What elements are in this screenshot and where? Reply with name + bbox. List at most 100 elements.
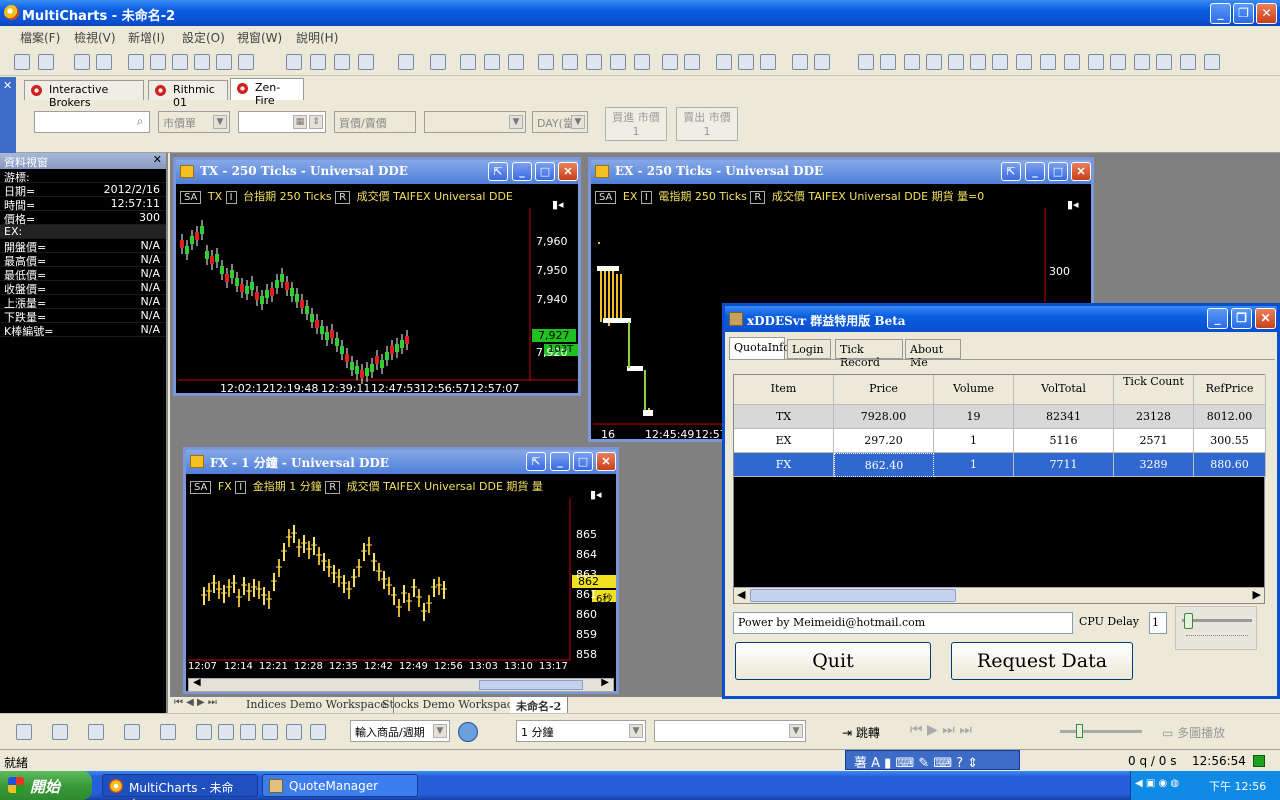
multi-play-button[interactable]: ▭ 多圖播放 <box>1162 724 1225 741</box>
close-button[interactable]: ✕ <box>1255 308 1276 329</box>
maximize-button[interactable]: □ <box>535 162 555 181</box>
portfolio-icon[interactable] <box>430 54 446 70</box>
tab-interactive-brokers[interactable]: Interactive Brokers <box>24 80 144 109</box>
tab-untitled-2[interactable]: 未命名-2 <box>510 697 569 713</box>
hourglass-icon[interactable] <box>904 54 920 70</box>
detach-button[interactable]: ⇱ <box>526 452 546 471</box>
magnet-icon[interactable] <box>1180 54 1196 70</box>
minimize-button[interactable]: _ <box>1210 3 1231 24</box>
col-header[interactable]: VolTotal <box>1014 375 1114 405</box>
range-icon[interactable] <box>634 54 650 70</box>
jump-button[interactable]: ⇥ 跳轉 <box>842 724 880 741</box>
collapse-icon[interactable]: ▮◂ <box>552 198 564 211</box>
col-header[interactable]: Volume <box>934 375 1014 405</box>
sa-button[interactable]: SA <box>595 191 617 204</box>
doc-icon[interactable] <box>128 54 144 70</box>
candle-chart-icon[interactable] <box>484 54 500 70</box>
i-button[interactable]: I <box>225 191 237 204</box>
doc4-icon[interactable] <box>194 54 210 70</box>
close-button[interactable]: ✕ <box>596 452 616 471</box>
taskbar-item-quotemanager[interactable]: QuoteManager <box>262 774 418 797</box>
up-arrow-icon[interactable] <box>948 54 964 70</box>
cursor-arrow-icon[interactable] <box>662 54 678 70</box>
sell-market-button[interactable]: 賣出 市價 1 <box>676 107 738 141</box>
calendar5-icon[interactable] <box>310 724 326 740</box>
calendar3-icon[interactable] <box>262 724 278 740</box>
comment-icon[interactable] <box>716 54 732 70</box>
account-select[interactable]: ▼ <box>424 111 526 133</box>
tab-tick-record[interactable]: Tick Record <box>835 339 903 369</box>
minimize-button[interactable]: _ <box>1025 162 1045 181</box>
menu-insert[interactable]: 新增(I) <box>128 29 165 46</box>
taskbar-item-multicharts[interactable]: MultiCharts - 未命名-2 <box>102 774 258 800</box>
i-button[interactable]: I <box>235 481 247 494</box>
restore-button[interactable]: ❐ <box>1233 3 1254 24</box>
col-header[interactable]: Item <box>734 375 834 405</box>
scroll-left-icon[interactable]: ◀ <box>737 588 745 601</box>
r-button[interactable]: R <box>335 191 351 204</box>
interval-select[interactable]: 1 分鐘 ▼ <box>516 720 646 742</box>
compass-icon[interactable] <box>458 722 478 742</box>
layout-icon[interactable] <box>792 54 808 70</box>
fib-icon[interactable] <box>1040 54 1056 70</box>
range-chart-icon[interactable] <box>88 724 104 740</box>
scanner-icon[interactable] <box>398 54 414 70</box>
fx-horizontal-scrollbar[interactable]: ◀ ▶ <box>188 677 614 692</box>
order-type-select[interactable]: 市價單 ▼ <box>158 111 230 133</box>
tray-icons[interactable]: ◀ ▣ ◉ ◍ <box>1135 778 1179 789</box>
close-icon[interactable]: ✕ <box>153 153 162 166</box>
menu-window[interactable]: 視窗(W) <box>237 29 282 46</box>
tab-indices-demo[interactable]: Indices Demo Workspace <box>240 697 394 713</box>
r-button[interactable]: R <box>325 481 341 494</box>
start-button[interactable]: 開始 <box>0 771 92 800</box>
scroll-left-icon[interactable] <box>858 54 874 70</box>
drawing-icon[interactable] <box>358 54 374 70</box>
ime-icons[interactable]: 薯 A ▮ ⌨ ✎ ⌨ ? ⇕ <box>854 752 978 771</box>
scroll-right-icon[interactable] <box>880 54 896 70</box>
calendar4-icon[interactable] <box>286 724 302 740</box>
tab-stocks-demo[interactable]: Stocks Demo Workspace <box>376 697 527 713</box>
date-select[interactable]: ▼ <box>654 720 806 742</box>
renko-icon[interactable] <box>610 54 626 70</box>
col-header[interactable]: RefPrice <box>1194 375 1266 405</box>
picture-icon[interactable] <box>814 54 830 70</box>
bar-chart-icon[interactable] <box>460 54 476 70</box>
minimize-button[interactable]: _ <box>512 162 532 181</box>
playback-speed-slider[interactable] <box>1060 724 1142 738</box>
maximize-button[interactable]: □ <box>1048 162 1068 181</box>
eraser-icon[interactable] <box>1204 54 1220 70</box>
fx-chart-window[interactable]: FX - 1 分鐘 - Universal DDE ⇱ _ □ ✕ SA FX … <box>183 447 619 694</box>
collapse-icon[interactable]: ▮◂ <box>590 488 602 501</box>
doc6-icon[interactable] <box>238 54 254 70</box>
refresh-icon[interactable] <box>1134 54 1150 70</box>
left-arrow-icon[interactable] <box>992 54 1008 70</box>
minute-chart-icon[interactable] <box>52 724 68 740</box>
tx-chart-window[interactable]: TX - 250 Ticks - Universal DDE ⇱ _ □ ✕ S… <box>173 157 581 396</box>
price-mode-select[interactable]: 買價/賣價 <box>334 111 416 133</box>
sa-button[interactable]: SA <box>190 481 212 494</box>
new-chart-icon[interactable] <box>14 54 30 70</box>
doc3-icon[interactable] <box>172 54 188 70</box>
tab-rithmic[interactable]: Rithmic 01 <box>148 80 228 109</box>
symbol-interval-select[interactable]: 輸入商品/週期 ▼ <box>350 720 450 742</box>
maximize-button[interactable]: □ <box>573 452 593 471</box>
minimize-button[interactable]: _ <box>550 452 570 471</box>
grid-row-selected[interactable]: FX 862.40 1 7711 3289 880.60 <box>734 453 1266 477</box>
menu-file[interactable]: 檔案(F) <box>20 29 60 46</box>
close-button[interactable]: ✕ <box>558 162 578 181</box>
hline-icon[interactable] <box>738 54 754 70</box>
i-button[interactable]: I <box>640 191 652 204</box>
tif-select[interactable]: DAY(當 ▼ <box>532 111 588 133</box>
close-icon[interactable]: ✕ <box>3 79 12 92</box>
line-chart-icon[interactable] <box>508 54 524 70</box>
menu-settings[interactable]: 設定(O) <box>182 29 225 46</box>
quit-button[interactable]: Quit <box>735 642 931 680</box>
detach-button[interactable]: ⇱ <box>488 162 508 181</box>
menu-view[interactable]: 檢視(V) <box>74 29 116 46</box>
playback-controls-icon[interactable]: ⏮ ▶ ⏭ ⏭ <box>910 722 972 738</box>
scroll-thumb[interactable] <box>750 589 956 602</box>
quantity-input[interactable]: ▦ ⇕ <box>238 111 326 133</box>
slider-thumb[interactable] <box>1076 724 1083 738</box>
ime-toolbar[interactable]: 薯 A ▮ ⌨ ✎ ⌨ ? ⇕ <box>845 750 1020 771</box>
menu-help[interactable]: 說明(H) <box>296 29 338 46</box>
